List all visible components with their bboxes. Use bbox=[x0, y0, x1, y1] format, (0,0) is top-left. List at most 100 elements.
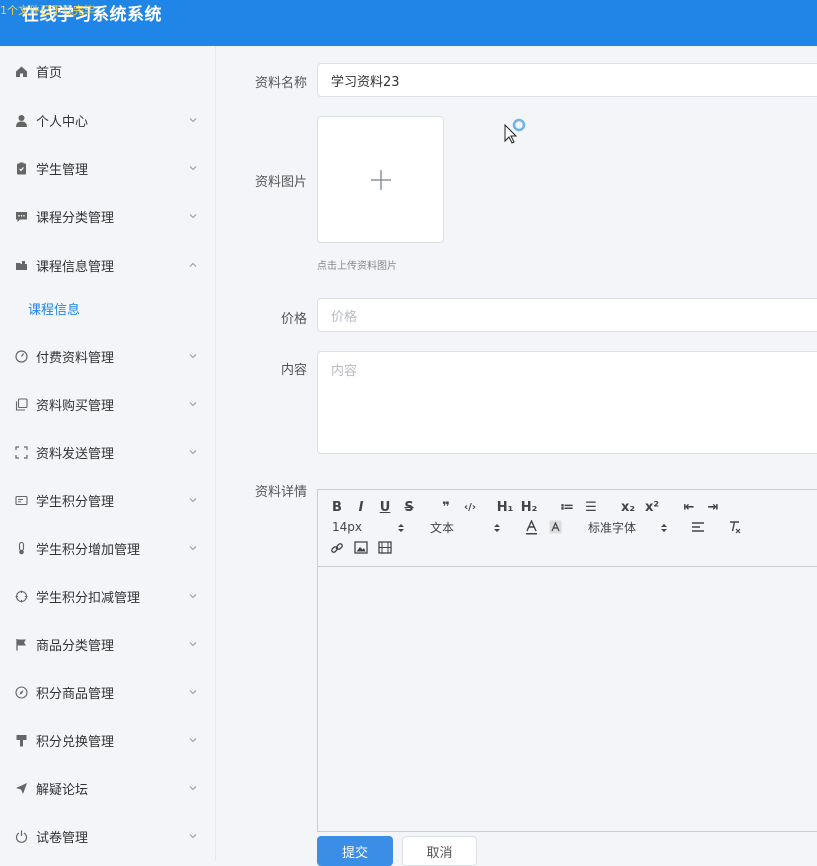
power-icon bbox=[15, 830, 28, 843]
subscript-button[interactable]: x₂ bbox=[620, 498, 636, 516]
video-icon[interactable] bbox=[378, 541, 392, 554]
busy-cursor-icon bbox=[504, 118, 526, 144]
chevron-up-icon bbox=[189, 262, 197, 267]
sidebar-item-course-info[interactable]: 课程信息管理 bbox=[0, 250, 216, 280]
h1-button[interactable]: H₁ bbox=[496, 498, 514, 516]
bold-button[interactable]: B bbox=[330, 498, 344, 516]
align-icon[interactable] bbox=[691, 521, 705, 534]
chevron-down-icon bbox=[189, 690, 197, 695]
send-icon bbox=[15, 782, 28, 795]
font-family-select[interactable]: 标准字体 bbox=[588, 519, 636, 536]
name-label: 资料名称 bbox=[254, 76, 307, 91]
chevron-down-icon bbox=[189, 786, 197, 791]
sidebar-item-label: 积分商品管理 bbox=[36, 686, 115, 702]
sidebar: 首页 个人中心 学生管理 课程分类管理 课程信息管理 课程信息 付费资料管理 资… bbox=[0, 46, 216, 861]
content-label: 内容 bbox=[280, 363, 307, 378]
sidebar-item-points-goods[interactable]: 积分商品管理 bbox=[0, 677, 216, 707]
sidebar-item-label: 学生积分增加管理 bbox=[36, 542, 141, 558]
sidebar-item-label: 付费资料管理 bbox=[36, 350, 115, 366]
thermometer-icon bbox=[15, 541, 28, 555]
chevron-down-icon bbox=[189, 214, 197, 219]
card-icon bbox=[15, 494, 28, 507]
sidebar-subitem-label: 课程信息 bbox=[28, 302, 81, 318]
strike-button[interactable]: S bbox=[402, 498, 416, 516]
sidebar-item-student-points[interactable]: 学生积分管理 bbox=[0, 485, 216, 515]
editor-content-area[interactable] bbox=[318, 567, 817, 831]
sidebar-item-label: 商品分类管理 bbox=[36, 638, 115, 654]
sidebar-item-label: 学生管理 bbox=[36, 162, 89, 178]
content-textarea[interactable]: 内容 bbox=[317, 351, 817, 454]
image-upload-button[interactable] bbox=[317, 116, 444, 243]
sidebar-item-students[interactable]: 学生管理 bbox=[0, 153, 216, 183]
price-input[interactable]: 价格 bbox=[317, 298, 817, 332]
image-icon[interactable] bbox=[354, 541, 368, 554]
sidebar-item-points-exchange[interactable]: 积分兑换管理 bbox=[0, 725, 216, 755]
italic-button[interactable]: I bbox=[354, 498, 368, 516]
text-color-icon[interactable] bbox=[525, 520, 538, 535]
chevron-down-icon bbox=[189, 450, 197, 455]
sidebar-item-points-increase[interactable]: 学生积分增加管理 bbox=[0, 533, 216, 563]
sidebar-item-forum[interactable]: 解疑论坛 bbox=[0, 773, 216, 803]
code-button[interactable]: ‹/› bbox=[461, 498, 479, 516]
sidebar-item-course-category[interactable]: 课程分类管理 bbox=[0, 201, 216, 231]
superscript-button[interactable]: x² bbox=[644, 498, 660, 516]
sidebar-item-label: 学生积分扣减管理 bbox=[36, 590, 141, 606]
brush-icon bbox=[15, 734, 28, 747]
gauge-icon bbox=[15, 349, 28, 363]
chevron-down-icon bbox=[189, 498, 197, 503]
chevron-down-icon bbox=[189, 118, 197, 123]
sidebar-item-label: 解疑论坛 bbox=[36, 782, 89, 798]
chevron-down-icon bbox=[189, 738, 197, 743]
name-input[interactable]: 学习资料23 bbox=[317, 63, 817, 97]
quote-button[interactable]: ❞ bbox=[438, 498, 454, 516]
sidebar-item-label: 课程分类管理 bbox=[36, 210, 115, 226]
sidebar-item-points-deduct[interactable]: 学生积分扣减管理 bbox=[0, 581, 216, 611]
indent-button[interactable]: ⇥ bbox=[705, 498, 721, 516]
sidebar-item-purchases[interactable]: 资料购买管理 bbox=[0, 389, 216, 419]
clear-format-icon[interactable] bbox=[728, 520, 742, 534]
sidebar-item-label: 首页 bbox=[36, 65, 63, 81]
sidebar-item-home[interactable]: 首页 bbox=[0, 56, 216, 86]
chevron-down-icon bbox=[189, 354, 197, 359]
font-size-select[interactable]: 14px bbox=[332, 520, 362, 534]
chevron-down-icon bbox=[189, 546, 197, 551]
sidebar-item-delivery[interactable]: 资料发送管理 bbox=[0, 437, 216, 467]
sidebar-item-label: 学生积分管理 bbox=[36, 494, 115, 510]
sidebar-item-personal[interactable]: 个人中心 bbox=[0, 105, 216, 135]
home-icon bbox=[15, 65, 28, 78]
bullet-list-button[interactable]: ☰ bbox=[583, 498, 599, 516]
download-notice: 1个文件已下载完毕 bbox=[0, 4, 95, 17]
chevron-down-icon bbox=[189, 402, 197, 407]
detail-label: 资料详情 bbox=[254, 485, 307, 500]
plus-icon bbox=[370, 169, 391, 190]
chevron-down-icon bbox=[189, 166, 197, 171]
submit-button[interactable]: 提交 bbox=[317, 836, 393, 866]
frame-icon bbox=[15, 445, 28, 459]
h2-button[interactable]: H₂ bbox=[520, 498, 538, 516]
sort-icon bbox=[398, 524, 404, 532]
sidebar-item-exams[interactable]: 试卷管理 bbox=[0, 821, 216, 851]
outdent-button[interactable]: ⇤ bbox=[681, 498, 697, 516]
block-type-select[interactable]: 文本 bbox=[430, 519, 454, 536]
sort-icon bbox=[661, 524, 667, 532]
editor-toolbar: B I U S ❞ ‹/› H₁ H₂ ≔ ☰ x₂ x² ⇤ ⇥ 14px 文… bbox=[318, 490, 817, 567]
sidebar-subitem-course-info[interactable]: 课程信息 bbox=[0, 293, 216, 323]
ordered-list-button[interactable]: ≔ bbox=[559, 498, 575, 516]
sidebar-item-label: 试卷管理 bbox=[36, 830, 89, 846]
sidebar-item-label: 资料发送管理 bbox=[36, 446, 115, 462]
highlight-color-icon[interactable] bbox=[549, 520, 562, 535]
flag-icon bbox=[15, 638, 28, 651]
sidebar-item-label: 积分兑换管理 bbox=[36, 734, 115, 750]
sidebar-item-goods-category[interactable]: 商品分类管理 bbox=[0, 629, 216, 659]
cancel-button[interactable]: 取消 bbox=[402, 836, 477, 866]
sidebar-item-label: 个人中心 bbox=[36, 114, 89, 130]
chevron-down-icon bbox=[189, 642, 197, 647]
app-header: 在线学习系统系统 1个文件已下载完毕 bbox=[0, 0, 817, 46]
price-label: 价格 bbox=[280, 312, 307, 327]
link-icon[interactable] bbox=[330, 541, 344, 555]
sort-icon bbox=[494, 524, 500, 532]
target-icon bbox=[15, 590, 28, 603]
sidebar-item-paid-materials[interactable]: 付费资料管理 bbox=[0, 341, 216, 371]
chevron-down-icon bbox=[189, 594, 197, 599]
underline-button[interactable]: U bbox=[378, 498, 392, 516]
